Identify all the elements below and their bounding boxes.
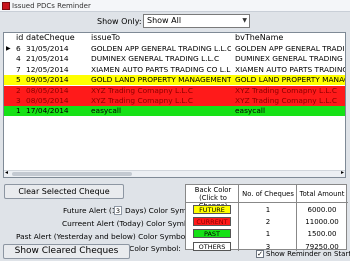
- color-swatch-button[interactable]: CURRENT: [193, 217, 231, 227]
- cell-the-name: easycall: [235, 106, 265, 116]
- title-bar: Issued PDCs Reminder: [0, 0, 350, 12]
- table-row[interactable]: 3 08/05/2014 XYZ Trading Comapny L.L.C XYZ …: [4, 96, 345, 106]
- app-icon: [2, 2, 10, 10]
- legend-total: 6000.00: [307, 206, 337, 214]
- cell-issue-to: easycall: [91, 106, 121, 116]
- cell-issue-to: GOLD LAND PROPERTY MANAGEMENT: [91, 75, 231, 85]
- cell-the-name: XYZ Trading Comapny L.L.C: [235, 85, 338, 95]
- cell-date: 31/05/2014: [26, 44, 69, 53]
- show-cleared-cheques-button[interactable]: Show Cleared Cheques: [3, 244, 130, 259]
- row-selector-icon: ▶: [6, 45, 11, 52]
- filter-label: Show Only:: [97, 17, 142, 26]
- cell-issue-to: XIAMEN AUTO PARTS TRADING CO L.L.C: [91, 64, 231, 74]
- table-row[interactable]: 5 09/05/2014 GOLD LAND PROPERTY MANAGEMENT…: [4, 75, 345, 86]
- legend-count: 2: [265, 218, 271, 227]
- chevron-down-icon: ▼: [242, 17, 247, 24]
- filter-selected-value: Show All: [147, 16, 182, 25]
- table-row[interactable]: 2 08/05/2014 XYZ Trading Comapny L.L.C XYZ …: [4, 85, 345, 96]
- horizontal-scrollbar[interactable]: ◂ ▸: [4, 169, 345, 177]
- filter-select[interactable]: Show All ▼: [143, 14, 250, 28]
- cheque-grid[interactable]: id dateCheque issueTo bvTheName ▶ 6 31/05/…: [3, 32, 346, 178]
- color-swatch-button[interactable]: PAST: [193, 229, 231, 239]
- table-row[interactable]: 4 21/05/2014 DUMINEX GENERAL TRADING L.L.C…: [4, 54, 345, 65]
- scroll-left-icon[interactable]: ◂: [5, 169, 8, 176]
- cell-the-name: XIAMEN AUTO PARTS TRADING CO: [235, 64, 346, 74]
- startup-checkbox[interactable]: ✓: [256, 250, 264, 258]
- cell-date: 17/04/2014: [26, 106, 69, 116]
- legend-total: 1500.00: [307, 230, 337, 239]
- table-row[interactable]: ▶ 6 31/05/2014 GOLDEN APP GENERAL TRADING L…: [4, 44, 345, 54]
- alert-legend-table: Back Color (Click to Change) No. of Cheq…: [185, 184, 348, 251]
- legend-total: 11000.00: [305, 218, 339, 227]
- table-row[interactable]: 1 17/04/2014 easycall easycall: [4, 106, 345, 117]
- cell-the-name: XYZ Trading Comapny L.L.C: [235, 96, 338, 105]
- past-alert-label: Past Alert (Yesterday and below) Color S…: [16, 232, 190, 241]
- cell-date: 09/05/2014: [26, 75, 69, 85]
- cell-issue-to: XYZ Trading Comapny L.L.C: [91, 85, 194, 95]
- scroll-right-icon[interactable]: ▸: [341, 169, 344, 176]
- future-days-input[interactable]: 3: [114, 206, 122, 215]
- cell-issue-to: GOLDEN APP GENERAL TRADING L.L.C: [91, 44, 231, 53]
- legend-count: 1: [265, 206, 271, 214]
- cell-issue-to: DUMINEX GENERAL TRADING L.L.C: [91, 54, 220, 64]
- future-alert-prefix: Future Alert (1 -: [63, 206, 122, 215]
- column-header-date[interactable]: dateCheque: [26, 33, 88, 43]
- table-row[interactable]: 7 12/05/2014 XIAMEN AUTO PARTS TRADING CO …: [4, 64, 346, 75]
- color-swatch-button[interactable]: OTHERS: [193, 241, 231, 251]
- cell-issue-to: XYZ Trading Comapny L.L.C: [91, 96, 194, 105]
- current-alert-label: Curreent Alert (Today) Color Symbol:: [62, 219, 198, 228]
- cell-date: 21/05/2014: [26, 54, 69, 64]
- window-title: Issued PDCs Reminder: [12, 2, 91, 10]
- cell-the-name: DUMINEX GENERAL TRADING L.L.C: [235, 54, 345, 64]
- cell-date: 08/05/2014: [26, 85, 69, 95]
- cell-date: 08/05/2014: [26, 96, 69, 105]
- legend-count: 1: [265, 230, 271, 239]
- column-header-issue-to[interactable]: issueTo: [91, 33, 231, 43]
- color-swatch-button[interactable]: FUTURE: [193, 205, 231, 214]
- scrollbar-thumb[interactable]: [12, 172, 132, 176]
- column-header-the-name[interactable]: bvTheName: [235, 33, 345, 43]
- clear-selected-cheque-button[interactable]: Clear Selected Cheque: [4, 184, 124, 199]
- cell-the-name: GOLD LAND PROPERTY MANAGEM: [235, 75, 345, 85]
- grid-header: id dateCheque issueTo bvTheName: [4, 33, 345, 43]
- cell-the-name: GOLDEN APP GENERAL TRADING L: [235, 44, 345, 53]
- cell-date: 12/05/2014: [26, 64, 69, 74]
- startup-checkbox-label: Show Reminder on Startup: [266, 250, 350, 258]
